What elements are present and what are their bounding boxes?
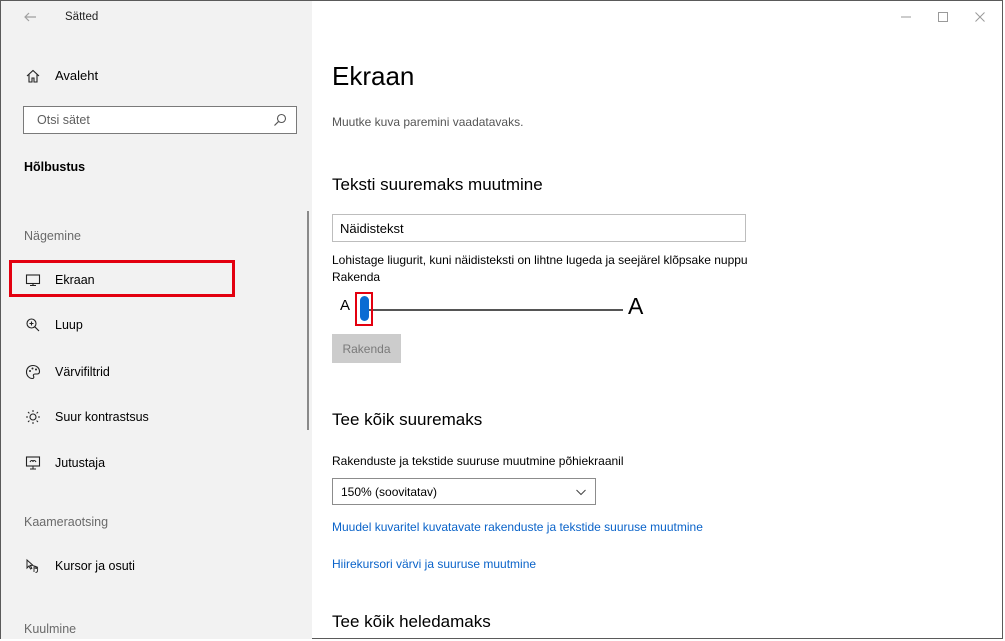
sidebar-item-label: Avaleht: [55, 68, 99, 83]
sample-text-preview: Näidistekst: [332, 214, 746, 242]
sidebar-item-label: Jutustaja: [55, 456, 106, 470]
monitor-icon: [25, 274, 41, 287]
sidebar: Sätted Avaleht Hõlbustus Nägemine Ekraan…: [1, 1, 312, 639]
sidebar-item-label: Suur kontrastsus: [55, 410, 149, 424]
sidebar-item-label: Kursor ja osuti: [55, 559, 135, 573]
page-title: Ekraan: [332, 61, 415, 91]
sidebar-item-label: Luup: [55, 318, 83, 332]
home-icon: [26, 69, 40, 83]
search-input[interactable]: [24, 107, 277, 133]
title-bar: Sätted: [1, 1, 312, 35]
sidebar-item-suur-kontrastsus[interactable]: Suur kontrastsus: [1, 399, 312, 435]
link-cursor-settings[interactable]: Hiirekursori värvi ja suuruse muutmine: [332, 557, 536, 571]
sidebar-item-varvifiltrid[interactable]: Värvifiltrid: [1, 354, 312, 390]
sidebar-item-luup[interactable]: Luup: [1, 307, 312, 343]
text-size-slider-thumb[interactable]: [360, 296, 369, 321]
scale-field-label: Rakenduste ja tekstide suuruse muutmine …: [332, 454, 624, 468]
app-title: Sätted: [65, 11, 99, 23]
section-heading-scale: Tee kõik suuremaks: [332, 410, 483, 429]
main-content: Ekraan Muutke kuva paremini vaadatavaks.…: [312, 1, 1002, 639]
link-other-displays-scale[interactable]: Muudel kuvaritel kuvatavate rakenduste j…: [332, 520, 703, 534]
magnifier-icon: [26, 318, 40, 332]
section-heading-brightness: Tee kõik heledamaks: [332, 612, 491, 631]
text-size-slider[interactable]: [362, 309, 623, 311]
section-label-camera: Kaameraotsing: [24, 515, 109, 529]
scale-selected-value: 150% (soovitatav): [341, 485, 438, 499]
sidebar-item-kursor-ja-osuti[interactable]: Kursor ja osuti: [1, 548, 312, 584]
chevron-down-icon: [576, 489, 586, 496]
sidebar-item-jutustaja[interactable]: Jutustaja: [1, 445, 312, 481]
search-icon[interactable]: [273, 113, 287, 127]
cursor-pointer-icon: [26, 558, 39, 573]
palette-icon: [25, 364, 41, 380]
page-subtitle: Muutke kuva paremini vaadatavaks.: [332, 115, 524, 129]
section-label-hearing: Kuulmine: [24, 622, 77, 636]
contrast-sun-icon: [26, 410, 40, 424]
category-heading: Hõlbustus: [24, 160, 86, 174]
sidebar-item-label: Ekraan: [55, 273, 95, 287]
section-heading-text-size: Teksti suuremaks muutmine: [332, 175, 543, 194]
scale-dropdown[interactable]: 150% (soovitatav): [332, 478, 596, 505]
sidebar-scrollbar[interactable]: [307, 211, 309, 430]
slider-hint: Lohistage liugurit, kuni näidisteksti on…: [332, 253, 748, 284]
sidebar-item-home[interactable]: Avaleht: [1, 59, 312, 93]
slider-min-glyph: A: [340, 297, 351, 314]
apply-button[interactable]: Rakenda: [332, 334, 401, 363]
back-arrow-icon[interactable]: [22, 9, 38, 25]
sidebar-item-label: Värvifiltrid: [55, 365, 110, 379]
search-box: [23, 106, 297, 134]
sample-text: Näidistekst: [340, 221, 404, 236]
narrator-icon: [25, 456, 41, 470]
section-label-vision: Nägemine: [24, 229, 81, 243]
sidebar-item-ekraan[interactable]: Ekraan: [1, 262, 312, 298]
slider-max-glyph: A: [628, 293, 644, 319]
